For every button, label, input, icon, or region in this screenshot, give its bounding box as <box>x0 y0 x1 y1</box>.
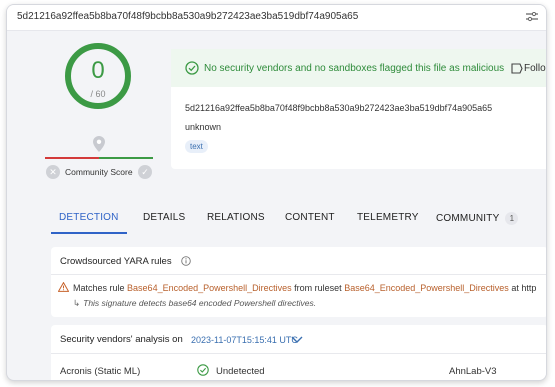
info-icon[interactable] <box>181 256 191 266</box>
file-tag[interactable]: text <box>185 140 208 153</box>
reply-arrow-icon: ↳ <box>73 298 81 308</box>
yara-from-ruleset: from ruleset <box>294 283 342 293</box>
community-count-badge: 1 <box>505 212 519 225</box>
yara-rules-card: Crowdsourced YARA rules Matches rule Bas… <box>51 247 546 317</box>
divider <box>51 353 546 354</box>
detection-score-card: 0 / 60 ✕ Community Score ✓ <box>45 41 153 189</box>
virustotal-window: 5d21216a92ffea5b8ba70f48f9bcbb8a530a9b27… <box>6 4 547 381</box>
yara-title: Crowdsourced YARA rules <box>60 256 172 267</box>
tab-details[interactable]: DETAILS <box>143 212 185 223</box>
detection-total: / 60 <box>90 89 106 99</box>
community-bar-positive <box>99 157 153 159</box>
active-tab-indicator <box>51 232 127 234</box>
chevron-down-icon[interactable] <box>291 335 303 344</box>
divider <box>51 274 546 275</box>
file-sha256: 5d21216a92ffea5b8ba70f48f9bcbb8a530a9b27… <box>185 103 493 113</box>
community-bar-negative <box>45 157 99 159</box>
follow-button[interactable]: Follo <box>524 63 546 74</box>
vendor-name: AhnLab-V3 <box>449 366 497 377</box>
tab-relations[interactable]: RELATIONS <box>207 212 265 223</box>
tab-detection[interactable]: DETECTION <box>59 212 119 223</box>
top-bar: 5d21216a92ffea5b8ba70f48f9bcbb8a530a9b27… <box>7 5 546 31</box>
tab-telemetry[interactable]: TELEMETRY <box>357 212 419 223</box>
community-score-label: Community Score <box>65 167 133 177</box>
yara-rule-link[interactable]: Base64_Encoded_Powershell_Directives <box>127 283 292 293</box>
vendors-analysis-card: Security vendors' analysis on 2023-11-07… <box>51 325 546 380</box>
check-circle-icon <box>185 61 199 75</box>
warning-icon <box>58 282 69 292</box>
yara-description-text: This signature detects base64 encoded Po… <box>83 298 317 308</box>
report-tabs: DETECTION DETAILS RELATIONS CONTENT TELE… <box>45 201 546 235</box>
yara-matches-prefix: Matches rule <box>73 283 125 293</box>
tab-content[interactable]: CONTENT <box>285 212 335 223</box>
tab-community[interactable]: COMMUNITY 1 <box>436 212 519 225</box>
yara-description: ↳ This signature detects base64 encoded P… <box>73 298 316 309</box>
thumbs-down-icon[interactable]: ✕ <box>46 165 60 179</box>
analysis-date: 2023-11-07T15:15:41 UTC <box>191 335 298 345</box>
detection-count: 0 <box>91 57 105 84</box>
follow-icon[interactable] <box>511 63 523 74</box>
check-circle-icon <box>197 364 209 376</box>
status-message: No security vendors and no sandboxes fla… <box>204 63 505 74</box>
map-pin-icon <box>93 136 105 152</box>
sliders-icon[interactable] <box>526 12 538 22</box>
vendor-result: Undetected <box>216 366 265 377</box>
status-banner: No security vendors and no sandboxes fla… <box>171 49 546 87</box>
yara-ruleset-link[interactable]: Base64_Encoded_Powershell_Directives <box>344 283 509 293</box>
vendor-name: Acronis (Static ML) <box>60 366 141 377</box>
file-type: unknown <box>185 122 222 132</box>
vendors-title: Security vendors' analysis on <box>60 334 183 345</box>
yara-match-line: Matches rule Base64_Encoded_Powershell_D… <box>73 283 536 293</box>
file-hash-title: 5d21216a92ffea5b8ba70f48f9bcbb8a530a9b27… <box>17 11 359 22</box>
tab-community-label: COMMUNITY <box>436 213 500 225</box>
yara-source-link[interactable]: at http <box>511 283 536 293</box>
file-summary-card: No security vendors and no sandboxes fla… <box>171 49 546 169</box>
thumbs-up-icon[interactable]: ✓ <box>138 165 152 179</box>
